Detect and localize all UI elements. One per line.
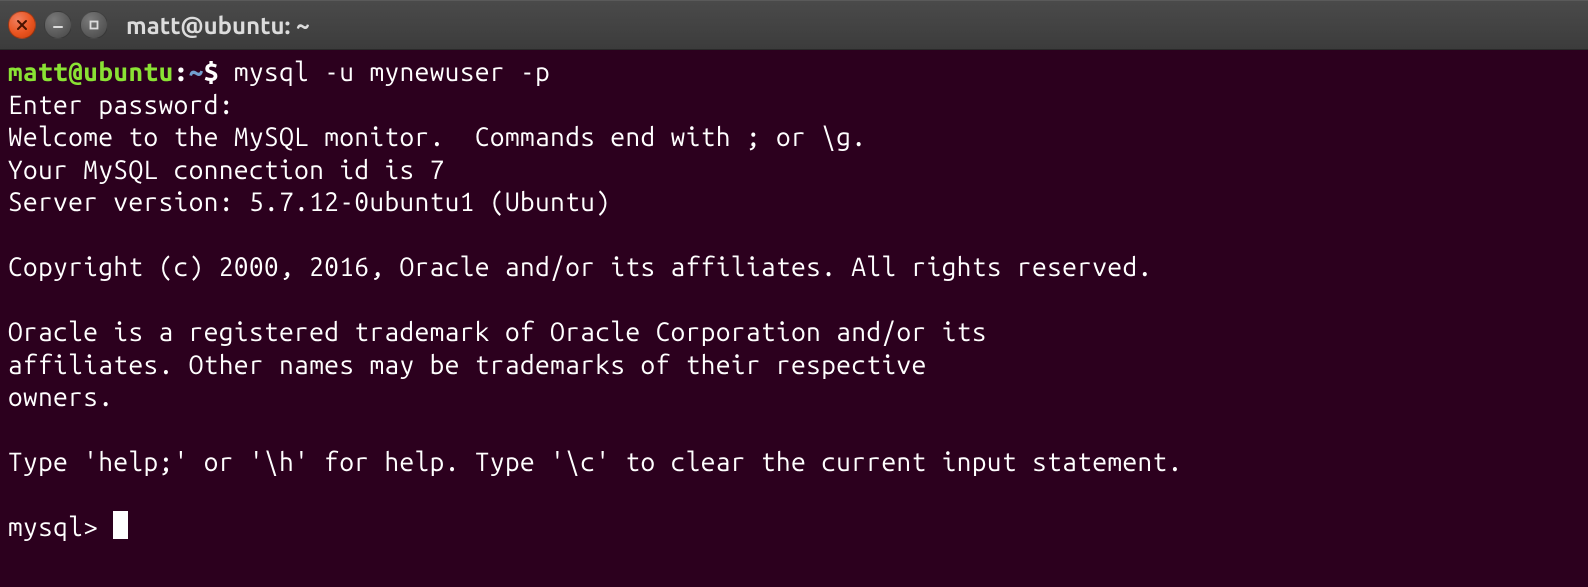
prompt-path: ~ — [189, 57, 204, 86]
minimize-icon — [52, 19, 64, 31]
window-title: matt@ubuntu: ~ — [126, 12, 310, 39]
mysql-prompt: mysql> — [8, 512, 113, 541]
close-icon — [16, 19, 28, 31]
cursor-icon — [113, 511, 128, 539]
maximize-icon — [88, 19, 100, 31]
output-line: affiliates. Other names may be trademark… — [8, 350, 927, 379]
output-line: Enter password: — [8, 90, 249, 119]
output-line: Type 'help;' or '\h' for help. Type '\c'… — [8, 447, 1183, 476]
maximize-button[interactable] — [80, 11, 108, 39]
output-line: Oracle is a registered trademark of Orac… — [8, 317, 987, 346]
close-button[interactable] — [8, 11, 36, 39]
terminal-area[interactable]: matt@ubuntu:~$ mysql -u mynewuser -p Ent… — [0, 50, 1588, 552]
output-line: Copyright (c) 2000, 2016, Oracle and/or … — [8, 252, 1153, 281]
prompt-user-host: matt@ubuntu — [8, 57, 174, 86]
output-line: owners. — [8, 382, 113, 411]
window-titlebar: matt@ubuntu: ~ — [0, 0, 1588, 50]
output-line: Server version: 5.7.12-0ubuntu1 (Ubuntu) — [8, 187, 610, 216]
window-controls — [8, 11, 108, 39]
output-line: Welcome to the MySQL monitor. Commands e… — [8, 122, 866, 151]
command-text: mysql -u mynewuser -p — [234, 57, 550, 86]
prompt-colon: : — [174, 57, 189, 86]
prompt-dollar: $ — [204, 57, 234, 86]
minimize-button[interactable] — [44, 11, 72, 39]
output-line: Your MySQL connection id is 7 — [8, 155, 445, 184]
